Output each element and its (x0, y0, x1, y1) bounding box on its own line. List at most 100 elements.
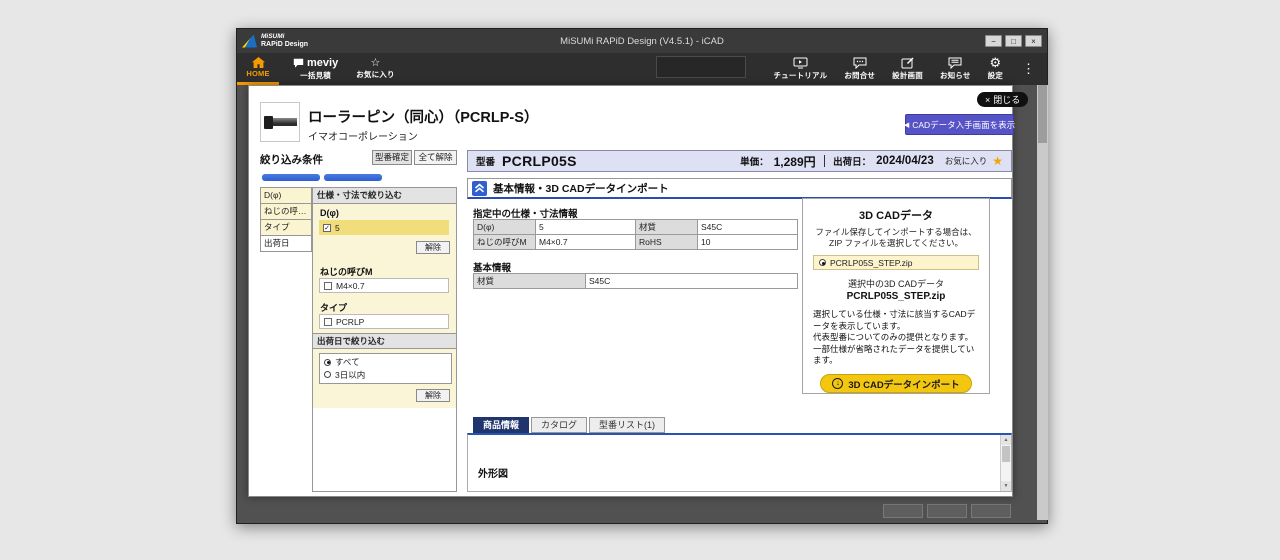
tab-home[interactable]: HOME (237, 53, 279, 85)
spec-header-cell: D(φ) (474, 220, 536, 235)
basic-info-table: 材質 S45C (473, 273, 798, 289)
basic-header-cell: 材質 (474, 274, 586, 289)
tab-product-info[interactable]: 商品情報 (473, 417, 529, 433)
product-overlay-panel: ローラーピン（同心）（PCRLP-S） イマオコーポレーション ◀ CADデータ… (248, 85, 1013, 497)
batch-quote-label: 一括見積 (300, 70, 331, 81)
back-arrow-icon: ◀ (904, 121, 909, 129)
filter-nav-d[interactable]: D(φ) (260, 187, 312, 204)
ship-option-3days-label: 3日以内 (335, 369, 365, 381)
filter-option-pcrlp-label: PCRLP (336, 317, 364, 327)
meviy-label: meviy (307, 57, 338, 69)
product-title: ローラーピン（同心）（PCRLP-S） (308, 106, 538, 127)
close-window-button[interactable]: × (1025, 35, 1042, 47)
filter-option-m4[interactable]: M4×0.7 (319, 278, 449, 293)
spec-value-cell: 10 (698, 235, 798, 250)
main-toolbar: HOME meviy 一括見積 ☆ お気に入り (237, 53, 1047, 85)
background-scrollbar-thumb[interactable] (1038, 85, 1047, 143)
section-header[interactable]: 基本情報・3D CADデータインポート (467, 178, 1012, 199)
content-scrollbar[interactable]: ▲ ▼ (1000, 435, 1011, 491)
part-bar-right: 単価： 1,289円 出荷日： 2024/04/23 お気に入り ★ (740, 153, 1003, 170)
product-info-content: 外形図 ▲ ▼ (467, 433, 1012, 492)
divider (824, 155, 826, 167)
window-title: MiSUMi RAPiD Design (V4.5.1) - iCAD (237, 36, 1047, 47)
favorite-star-icon[interactable]: ★ (992, 154, 1003, 168)
spec-info-title: 指定中の仕様・寸法情報 (473, 206, 578, 220)
app-window: MiSUMi RAPiD Design MiSUMi RAPiD Design … (236, 28, 1048, 524)
filter-nav-thread[interactable]: ねじの呼… (260, 203, 312, 220)
toolbar-item-design-screen[interactable]: 設計画面 (892, 57, 923, 81)
ship-option-all[interactable]: すべて (324, 356, 447, 368)
background-dimmed-button (883, 504, 923, 518)
toolbar-item-favorites[interactable]: ☆ お気に入り (356, 53, 395, 85)
close-icon: × (985, 95, 990, 105)
basic-info-title: 基本情報 (473, 260, 511, 274)
product-maker: イマオコーポレーション (308, 128, 418, 143)
part-number-bar: 型番 PCRLP05S 単価： 1,289円 出荷日： 2024/04/23 お… (467, 150, 1012, 172)
filter-header: 絞り込み条件 (260, 152, 323, 167)
show-cad-screen-button[interactable]: ◀ CADデータ入手画面を表示 (905, 114, 1014, 135)
settings-gear-icon: ⚙ (989, 57, 1001, 69)
filter-group-thread-label: ねじの呼びM (320, 265, 373, 278)
logo-text: MiSUMi RAPiD Design (261, 34, 308, 48)
background-dimmed-button (971, 504, 1011, 518)
cad-import-button[interactable]: ↓ 3D CADデータインポート (820, 374, 972, 393)
cad-note-2: 代表型番についてのみの提供となります。 (813, 332, 979, 343)
spec-value-cell: 5 (536, 220, 636, 235)
table-row: ねじの呼びM M4×0.7 RoHS 10 (474, 235, 798, 250)
zip-file-option[interactable]: PCRLP05S_STEP.zip (813, 255, 979, 270)
toolbar-right-group: チュートリアル お問合せ 設計画面 (773, 53, 1047, 85)
filter-panel: 絞り込み条件 型番確定 全て解除 D(φ) ねじの呼… タイプ 出荷日 仕様・寸… (260, 150, 457, 492)
overflow-menu-icon[interactable]: ⋮ (1020, 61, 1037, 77)
ship-option-3days[interactable]: 3日以内 (324, 369, 447, 381)
maximize-button[interactable]: □ (1005, 35, 1022, 47)
filter-nav-shipdate[interactable]: 出荷日 (260, 235, 312, 252)
spec-header-cell: 材質 (636, 220, 698, 235)
basic-value-cell: S45C (586, 274, 798, 289)
confirm-part-number-button[interactable]: 型番確定 (372, 150, 412, 165)
ship-filter-options: すべて 3日以内 (319, 353, 452, 384)
filter-nav-type[interactable]: タイプ (260, 219, 312, 236)
design-screen-icon (901, 57, 914, 69)
toolbar-item-settings[interactable]: ⚙ 設定 (988, 57, 1003, 81)
price-value: 1,289円 (774, 153, 816, 170)
checkbox-checked-icon: ✓ (323, 224, 331, 232)
part-number-label: 型番 (476, 154, 495, 168)
contact-icon (853, 57, 867, 69)
cad-description: ファイル保存してインポートする場合は、ZIP ファイルを選択してください。 (812, 227, 980, 249)
desktop-background: MiSUMi RAPiD Design MiSUMi RAPiD Design … (0, 0, 1280, 560)
window-controls: − □ × (985, 35, 1042, 47)
spec-filter-header: 仕様・寸法で絞り込む (313, 188, 456, 204)
table-row: 材質 S45C (474, 274, 798, 289)
toolbar-item-news[interactable]: お知らせ (940, 57, 971, 81)
cad-note-1: 選択している仕様・寸法に該当するCADデータを表示しています。 (813, 309, 979, 332)
checkbox-empty-icon (324, 282, 332, 290)
contact-label: お問合せ (844, 70, 875, 81)
clear-all-button[interactable]: 全て解除 (414, 150, 457, 165)
app-logo: MiSUMi RAPiD Design (242, 34, 308, 48)
toolbar-item-contact[interactable]: お問合せ (844, 57, 875, 81)
filter-option-pcrlp[interactable]: PCRLP (319, 314, 449, 329)
cad-title: 3D CADデータ (803, 207, 989, 223)
minimize-button[interactable]: − (985, 35, 1002, 47)
tab-part-list[interactable]: 型番リスト(1) (589, 417, 665, 433)
spec-value-cell: M4×0.7 (536, 235, 636, 250)
progress-bar-2 (324, 174, 382, 181)
filter-option-5[interactable]: ✓ 5 (319, 220, 449, 235)
home-label: HOME (246, 69, 269, 78)
clear-d-filter-button[interactable]: 解除 (416, 241, 450, 254)
toolbar-item-tutorial[interactable]: チュートリアル (773, 57, 827, 81)
scroll-down-icon[interactable]: ▼ (1001, 481, 1011, 491)
close-overlay-label: 閉じる (993, 93, 1020, 106)
price-label: 単価： (740, 154, 769, 168)
background-dimmed-button (927, 504, 967, 518)
scroll-up-icon[interactable]: ▲ (1001, 435, 1011, 445)
background-scrollbar[interactable] (1037, 85, 1048, 520)
radio-empty-icon (324, 371, 331, 378)
scrollbar-thumb[interactable] (1002, 446, 1010, 462)
tab-catalog[interactable]: カタログ (531, 417, 587, 433)
close-overlay-button[interactable]: × 閉じる (977, 92, 1028, 107)
clear-ship-filter-button[interactable]: 解除 (416, 389, 450, 402)
favorite-label: お気に入り (945, 155, 988, 167)
product-image-pin-shaft (273, 118, 297, 126)
toolbar-item-meviy[interactable]: meviy 一括見積 (293, 53, 338, 85)
